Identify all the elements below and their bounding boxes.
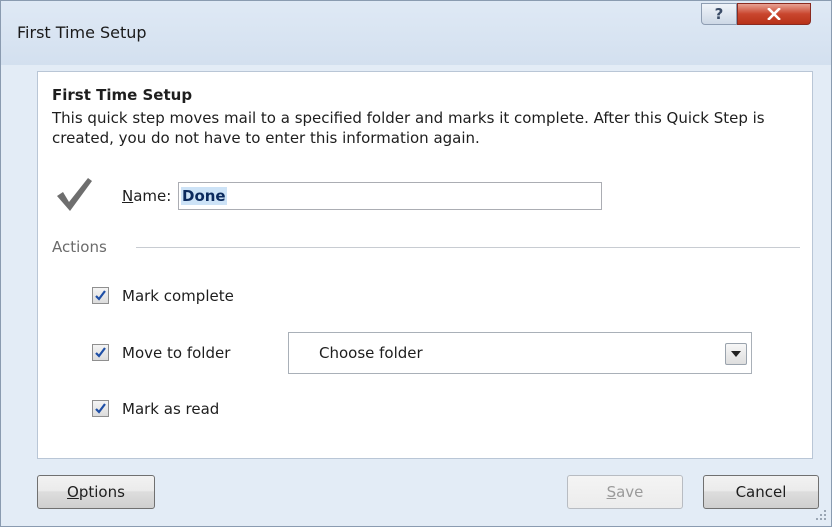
close-button[interactable] xyxy=(737,3,811,25)
panel-description: This quick step moves mail to a specifie… xyxy=(52,109,765,147)
name-input-value: Done xyxy=(181,187,227,205)
save-button[interactable]: Save xyxy=(567,475,683,509)
help-button[interactable]: ? xyxy=(701,3,737,25)
name-input[interactable]: Done xyxy=(178,182,602,210)
checkbox-check-icon xyxy=(95,290,106,301)
close-icon xyxy=(767,8,781,20)
setup-panel: First Time Setup This quick step moves m… xyxy=(37,71,813,459)
folder-dropdown-button[interactable] xyxy=(725,343,747,365)
dialog-window: First Time Setup ? First Time Setup This… xyxy=(0,0,832,527)
cancel-button[interactable]: Cancel xyxy=(703,475,819,509)
folder-select-value: Choose folder xyxy=(319,344,423,362)
resize-grip-icon[interactable] xyxy=(815,509,827,521)
checkbox-check-icon xyxy=(95,403,106,414)
window-title: First Time Setup xyxy=(17,23,147,42)
options-button[interactable]: Options xyxy=(37,475,155,509)
mark-as-read-checkbox[interactable] xyxy=(92,400,109,417)
actions-section-label: Actions xyxy=(52,238,107,256)
dropdown-arrow-icon xyxy=(731,351,741,357)
panel-heading: First Time Setup xyxy=(52,86,193,104)
checkbox-check-icon xyxy=(95,347,106,358)
mark-as-read-label: Mark as read xyxy=(122,400,220,418)
help-icon: ? xyxy=(714,5,724,23)
move-to-folder-checkbox[interactable] xyxy=(92,344,109,361)
actions-divider xyxy=(136,247,800,248)
folder-select[interactable]: Choose folder xyxy=(288,332,752,374)
mark-complete-checkbox[interactable] xyxy=(92,287,109,304)
checkmark-icon xyxy=(57,178,92,211)
move-to-folder-label: Move to folder xyxy=(122,344,231,362)
mark-complete-label: Mark complete xyxy=(122,287,234,305)
title-bar[interactable]: First Time Setup ? xyxy=(1,1,831,65)
name-label: Name: xyxy=(122,187,172,205)
